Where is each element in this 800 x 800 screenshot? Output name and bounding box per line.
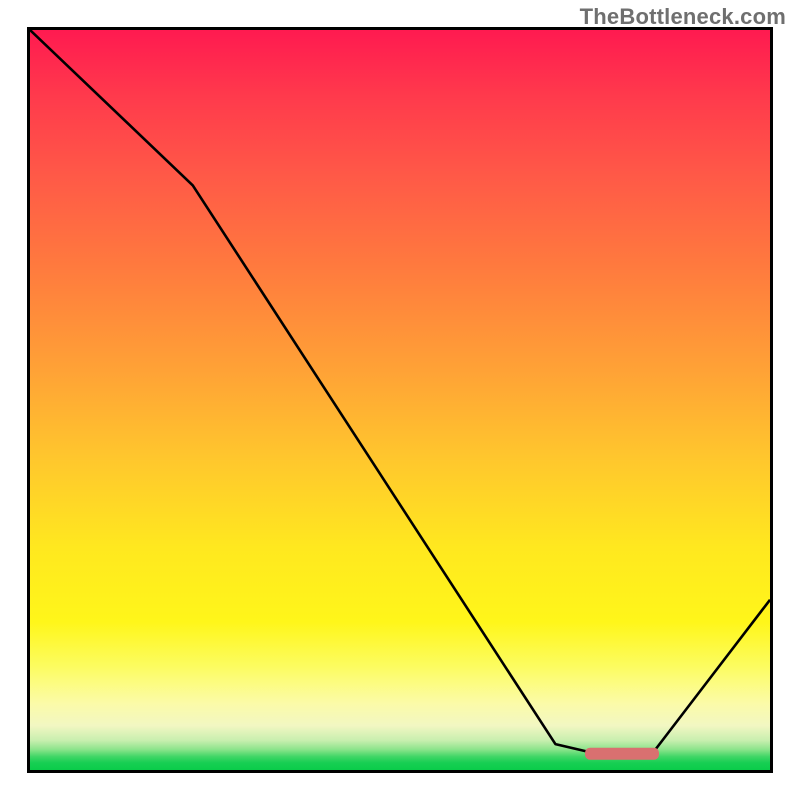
- chart-container: TheBottleneck.com: [0, 0, 800, 800]
- bottleneck-curve-path: [30, 30, 770, 755]
- plot-area: [27, 27, 773, 773]
- optimum-marker: [585, 748, 659, 760]
- watermark-text: TheBottleneck.com: [580, 4, 786, 30]
- curve-layer: [30, 30, 770, 770]
